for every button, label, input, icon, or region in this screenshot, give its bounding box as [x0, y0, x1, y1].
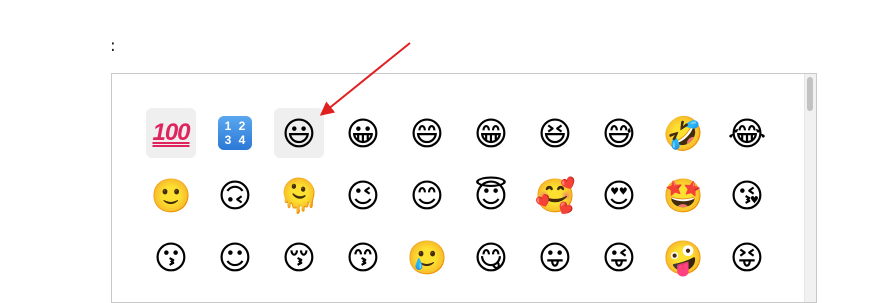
face-blowing-kiss-icon: 😘	[729, 175, 765, 215]
emoji-smiling-face-tear[interactable]: 🥲	[402, 232, 452, 282]
star-struck-icon: 🤩	[662, 175, 704, 215]
melting-face-icon: 🫠	[278, 175, 320, 215]
emoji-zany-face[interactable]: 🤪	[658, 232, 708, 282]
smiling-face-halo-icon: 😇	[473, 175, 509, 215]
emoji-smiling-face-halo[interactable]: 😇	[466, 170, 516, 220]
grinning-squinting-face-icon: 😆	[537, 113, 573, 153]
emoji-row: 🙂 🙃 🫠 😉 😊 😇 🥰 😍 🤩 😘	[146, 170, 786, 220]
emoji-face-blowing-kiss[interactable]: 😘	[722, 170, 772, 220]
emoji-hundred-points[interactable]: 100	[146, 108, 196, 158]
grinning-face-icon: 😀	[345, 113, 381, 153]
emoji-grinning-face[interactable]: 😀	[338, 108, 388, 158]
squinting-face-tongue-icon: 😝	[729, 237, 765, 277]
emoji-kissing-face-closed-eyes[interactable]: 😚	[274, 232, 324, 282]
emoji-winking-face-tongue[interactable]: 😜	[594, 232, 644, 282]
slightly-smiling-face-icon: 🙂	[150, 175, 192, 215]
beaming-face-icon: 😁	[473, 113, 509, 153]
emoji-melting-face[interactable]: 🫠	[274, 170, 324, 220]
emoji-star-struck[interactable]: 🤩	[658, 170, 708, 220]
emoji-squinting-face-tongue[interactable]: 😝	[722, 232, 772, 282]
winking-face-icon: 😉	[345, 175, 381, 215]
emoji-smiling-face-hearts[interactable]: 🥰	[530, 170, 580, 220]
grinning-face-smiling-eyes-icon: 😄	[409, 113, 445, 153]
emoji-grinning-face-smiling-eyes[interactable]: 😄	[402, 108, 452, 158]
emoji-smiling-face[interactable]: ☺	[210, 232, 260, 282]
emoji-row: 100 1 2 3 4 😃 😀 😄 😁 😆 😅 🤣 😂	[146, 108, 786, 158]
emoji-slightly-smiling-face[interactable]: 🙂	[146, 170, 196, 220]
heart-eyes-icon: 😍	[601, 175, 637, 215]
emoji-beaming-face[interactable]: 😁	[466, 108, 516, 158]
grinning-face-big-eyes-icon: 😃	[281, 113, 317, 153]
emoji-heart-eyes[interactable]: 😍	[594, 170, 644, 220]
vertical-scrollbar[interactable]	[804, 74, 816, 302]
face-tears-of-joy-icon: 😂	[727, 113, 767, 153]
zany-face-icon: 🤪	[662, 237, 704, 277]
scrollbar-thumb[interactable]	[807, 77, 813, 111]
emoji-grinning-squinting-face[interactable]: 😆	[530, 108, 580, 158]
upside-down-face-icon: 🙃	[217, 175, 253, 215]
emoji-kissing-face-smiling-eyes[interactable]: 😙	[338, 232, 388, 282]
grinning-face-sweat-icon: 😅	[601, 113, 637, 153]
hundred-points-icon: 100	[152, 119, 190, 146]
rolling-on-floor-laughing-icon: 🤣	[662, 113, 704, 153]
winking-face-tongue-icon: 😜	[601, 237, 637, 277]
emoji-input-numbers[interactable]: 1234	[210, 108, 260, 158]
emoji-face-with-tongue[interactable]: 😛	[530, 232, 580, 282]
input-numbers-icon: 1234	[218, 116, 252, 150]
face-with-tongue-icon: 😛	[537, 237, 573, 277]
colon-text: :	[110, 36, 116, 56]
emoji-winking-face[interactable]: 😉	[338, 170, 388, 220]
emoji-picker-panel: 100 1 2 3 4 😃 😀 😄 😁 😆 😅 🤣 😂 🙂 🙃 🫠 😉 😊 😇 🥰 😍 🤩 😘 😗 ☺ 😚 😙 🥲 😋 😛 😜 🤪 😝	[111, 73, 817, 303]
kissing-face-smiling-eyes-icon: 😙	[345, 237, 381, 277]
emoji-grid: 100 1 2 3 4 😃 😀 😄 😁 😆 😅 🤣 😂 🙂 🙃 🫠 😉 😊 😇 🥰 😍 🤩 😘 😗 ☺ 😚 😙 🥲 😋 😛 😜 🤪 😝	[146, 108, 786, 294]
smiling-face-hearts-icon: 🥰	[534, 175, 576, 215]
emoji-grinning-face-sweat[interactable]: 😅	[594, 108, 644, 158]
kissing-face-closed-eyes-icon: 😚	[281, 237, 317, 277]
emoji-grinning-face-big-eyes[interactable]: 😃	[274, 108, 324, 158]
smiling-face-tear-icon: 🥲	[406, 237, 448, 277]
emoji-row: 😗 ☺ 😚 😙 🥲 😋 😛 😜 🤪 😝	[146, 232, 786, 282]
emoji-face-tears-of-joy[interactable]: 😂	[722, 108, 772, 158]
smiling-face-icon: ☺	[217, 237, 253, 277]
emoji-rolling-on-floor-laughing[interactable]: 🤣	[658, 108, 708, 158]
face-savoring-food-icon: 😋	[473, 237, 509, 277]
kissing-face-icon: 😗	[153, 237, 189, 277]
emoji-face-savoring-food[interactable]: 😋	[466, 232, 516, 282]
emoji-upside-down-face[interactable]: 🙃	[210, 170, 260, 220]
emoji-kissing-face[interactable]: 😗	[146, 232, 196, 282]
emoji-smiling-face-smiling-eyes[interactable]: 😊	[402, 170, 452, 220]
smiling-face-smiling-eyes-icon: 😊	[409, 175, 445, 215]
